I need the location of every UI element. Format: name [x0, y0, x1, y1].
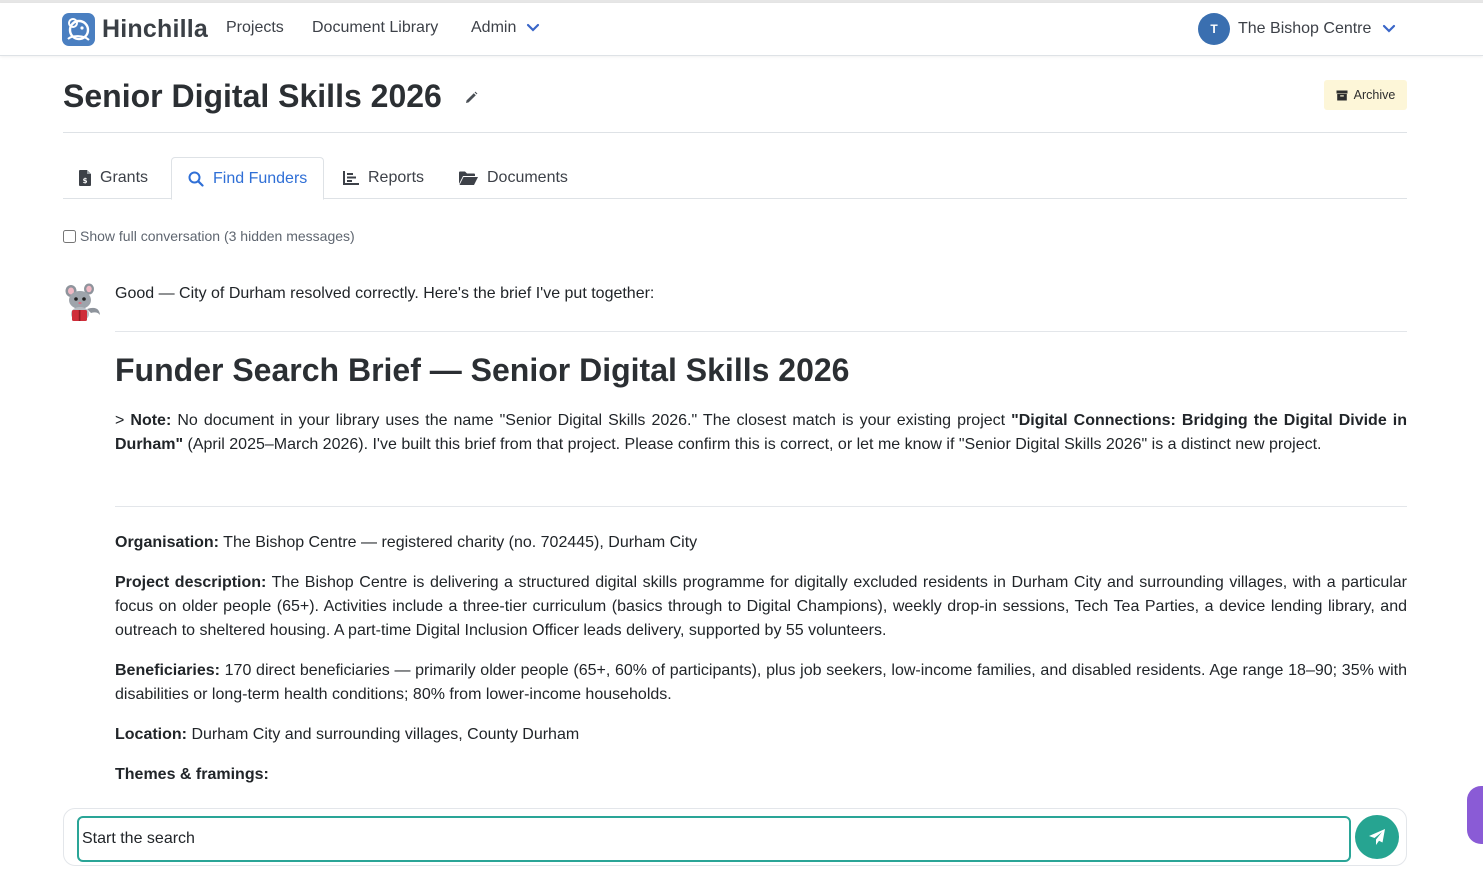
message-divider	[115, 331, 1407, 332]
brief-divider	[115, 506, 1407, 507]
search-icon	[188, 171, 204, 187]
note-label: Note:	[130, 412, 172, 429]
tab-documents[interactable]: Documents	[443, 157, 584, 199]
chinchilla-bot-avatar-icon	[65, 283, 100, 321]
brief-themes: Themes & framings:	[115, 763, 1407, 787]
brand[interactable]: Hinchilla	[62, 12, 208, 46]
user-name: The Bishop Centre	[1238, 20, 1372, 37]
show-full-conversation-toggle[interactable]: Show full conversation (3 hidden message…	[63, 228, 355, 244]
chevron-down-icon	[527, 23, 540, 32]
brand-name: Hinchilla	[102, 14, 208, 43]
assistant-intro-message: Good — City of Durham resolved correctly…	[115, 285, 655, 302]
archive-label: Archive	[1353, 88, 1396, 102]
tab-grants-label: Grants	[100, 169, 149, 186]
hinchilla-logo-icon	[62, 12, 95, 46]
archive-box-icon	[1336, 90, 1348, 100]
show-full-conversation-label: Show full conversation (3 hidden message…	[80, 228, 355, 244]
location-label: Location:	[115, 726, 187, 743]
send-button[interactable]	[1355, 815, 1399, 859]
message-composer	[63, 808, 1407, 866]
nav-document-library[interactable]: Document Library	[312, 19, 438, 37]
tab-reports-label: Reports	[368, 169, 425, 186]
brief-title: Funder Search Brief — Senior Digital Ski…	[115, 352, 850, 388]
beneficiaries-label: Beneficiaries:	[115, 662, 220, 679]
note-text-2: (April 2025–March 2026). I've built this…	[183, 436, 1322, 453]
search-input[interactable]	[77, 816, 1351, 862]
avatar: T	[1198, 13, 1230, 45]
brief-organisation: Organisation: The Bishop Centre — regist…	[115, 531, 1407, 555]
page-title: Senior Digital Skills 2026	[63, 78, 442, 114]
note-text-1: No document in your library uses the nam…	[171, 412, 1012, 429]
tab-grants[interactable]: $ Grants	[63, 157, 164, 199]
header-divider	[63, 132, 1407, 133]
tab-find-funders[interactable]: Find Funders	[171, 157, 325, 200]
paper-plane-icon	[1369, 829, 1385, 845]
brief-project-description: Project description: The Bishop Centre i…	[115, 571, 1407, 643]
project-tabs: $ Grants Find Funders Reports Documents	[63, 157, 1407, 200]
svg-text:$: $	[83, 177, 88, 185]
tab-find-funders-label: Find Funders	[213, 169, 308, 187]
user-menu[interactable]: T The Bishop Centre	[1198, 13, 1396, 45]
nav-admin-label: Admin	[471, 19, 517, 36]
top-navbar: Hinchilla Projects Document Library Admi…	[0, 3, 1483, 56]
organisation-label: Organisation:	[115, 534, 220, 551]
location-text: Durham City and surrounding villages, Co…	[187, 726, 580, 743]
nav-projects[interactable]: Projects	[226, 19, 284, 37]
chart-bar-icon	[343, 171, 359, 185]
description-label: Project description:	[115, 574, 267, 591]
floating-help-tab[interactable]	[1467, 786, 1483, 844]
nav-admin-dropdown[interactable]: Admin	[471, 19, 540, 37]
archive-button[interactable]: Archive	[1324, 80, 1407, 110]
organisation-text: The Bishop Centre — registered charity (…	[219, 534, 698, 551]
description-text: The Bishop Centre is delivering a struct…	[115, 574, 1408, 639]
brief-location: Location: Durham City and surrounding vi…	[115, 723, 1407, 747]
folder-open-icon	[459, 171, 478, 185]
brief-note: > Note: No document in your library uses…	[115, 409, 1407, 457]
show-full-conversation-checkbox[interactable]	[63, 229, 76, 243]
note-prefix: >	[115, 412, 131, 429]
tab-documents-label: Documents	[487, 169, 568, 186]
pencil-icon[interactable]	[463, 90, 479, 106]
beneficiaries-text: 170 direct beneficiaries — primarily old…	[115, 662, 1407, 703]
tab-reports[interactable]: Reports	[327, 157, 440, 199]
file-invoice-icon: $	[79, 170, 91, 186]
themes-label: Themes & framings:	[115, 766, 269, 783]
chevron-down-icon	[1383, 24, 1396, 33]
brief-beneficiaries: Beneficiaries: 170 direct beneficiaries …	[115, 659, 1407, 707]
